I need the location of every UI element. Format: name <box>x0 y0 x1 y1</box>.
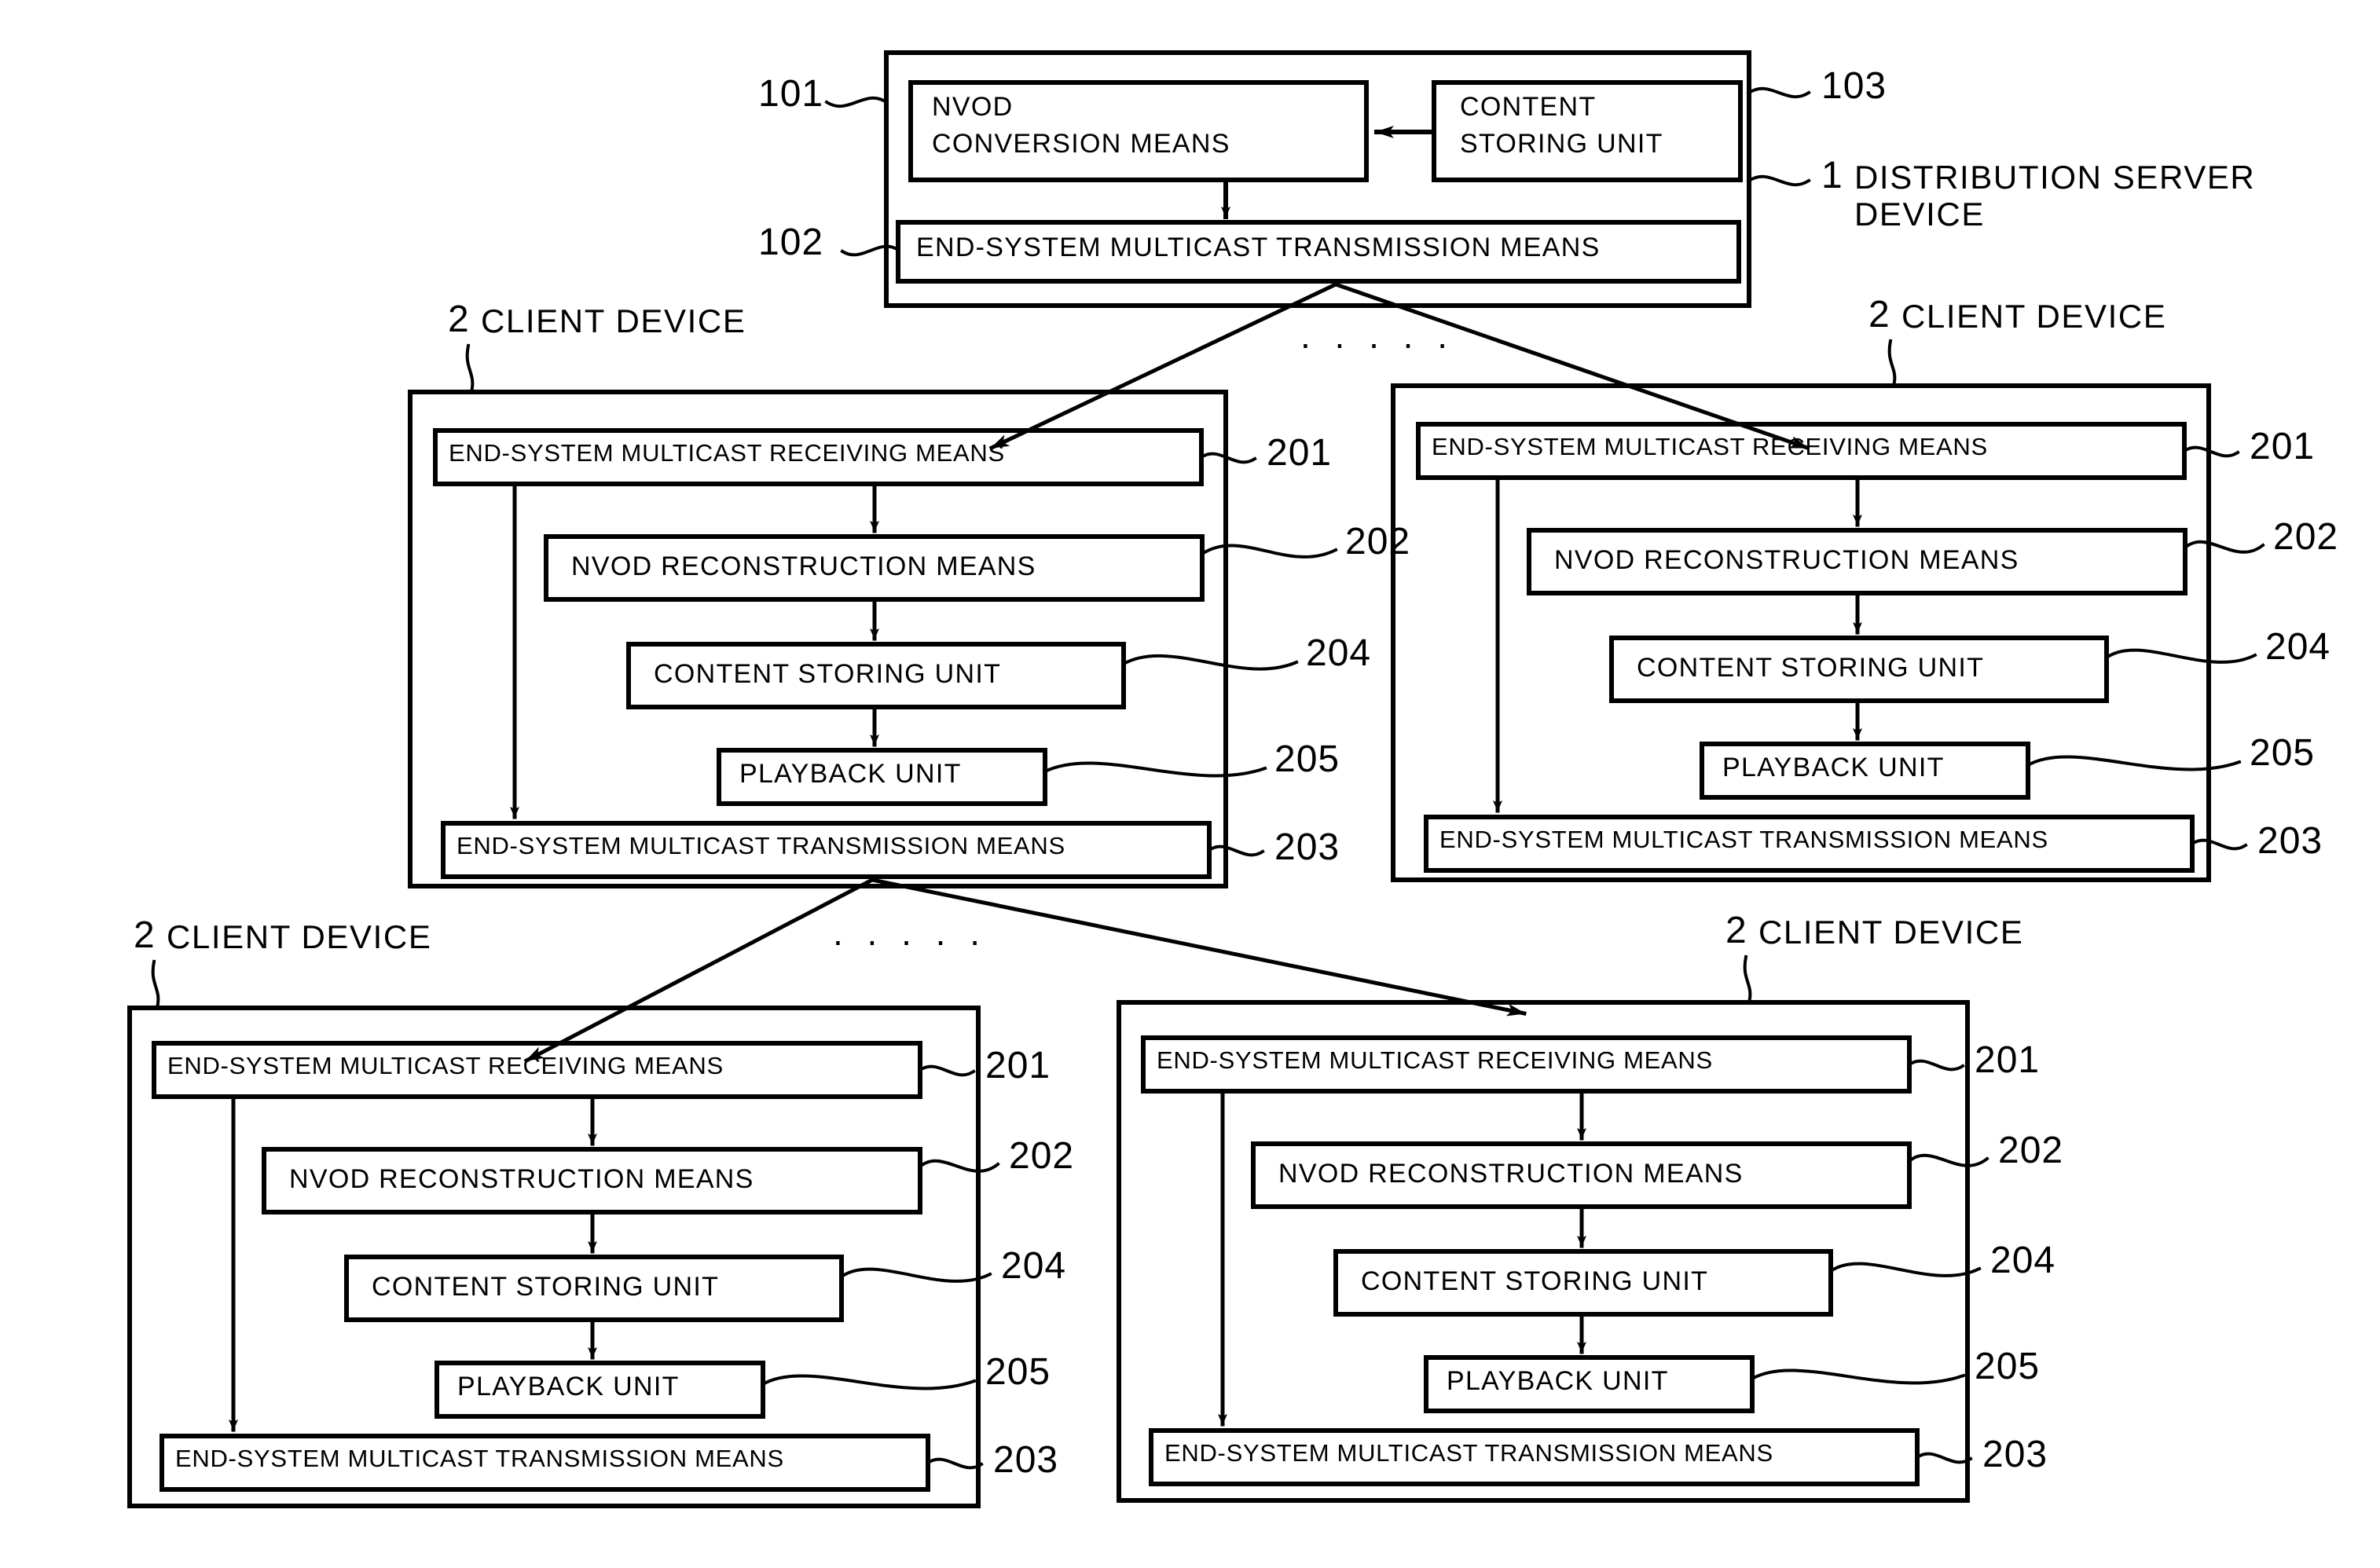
client-bl-leader-device <box>151 959 160 1010</box>
client-tr-reconstruction-label: NVOD RECONSTRUCTION MEANS <box>1554 545 2019 575</box>
client-bottom-right-box <box>1117 1000 1970 1503</box>
client-tr-ref-203: 203 <box>2257 820 2323 862</box>
client-tl-leader-205 <box>1043 761 1267 778</box>
distribution-server-device-label: DISTRIBUTION SERVER DEVICE <box>1854 159 2357 233</box>
client-tl-leader-203 <box>1207 844 1265 857</box>
client-tr-device-label: CLIENT DEVICE <box>1901 298 2167 335</box>
ref-101: 101 <box>758 73 824 115</box>
client-bl-leader-205 <box>761 1374 977 1390</box>
client-bl-ref-201: 201 <box>985 1045 1051 1086</box>
ref-1: 1 <box>1821 155 1843 196</box>
distribution-server-box <box>884 50 1751 308</box>
client-br-ref-201: 201 <box>1975 1039 2041 1081</box>
ellipsis-bottom: . . . . . <box>833 912 988 953</box>
ref-102: 102 <box>758 222 824 263</box>
client-tr-ref-201: 201 <box>2250 426 2316 467</box>
client-tl-leader-204 <box>1121 654 1299 671</box>
client-tl-ref-204: 204 <box>1306 632 1372 674</box>
client-tl-receiving-label: END-SYSTEM MULTICAST RECEIVING MEANS <box>449 439 1005 467</box>
client-tr-leader-203 <box>2190 838 2248 851</box>
client-bl-playback-label: PLAYBACK UNIT <box>457 1372 680 1401</box>
leader-101 <box>824 96 889 108</box>
client-bl-leader-203 <box>926 1457 984 1470</box>
client-bl-ref-2: 2 <box>134 914 156 956</box>
ellipsis-top: . . . . . <box>1300 315 1455 356</box>
client-tr-leader-204 <box>2104 648 2257 664</box>
client-br-leader-203 <box>1915 1452 1973 1464</box>
client-tl-leader-202 <box>1200 544 1338 559</box>
client-tl-content-storing-label: CONTENT STORING UNIT <box>654 659 1002 689</box>
client-bottom-left-box <box>127 1006 981 1508</box>
client-br-leader-device <box>1743 954 1752 1005</box>
client-br-content-storing-label: CONTENT STORING UNIT <box>1361 1266 1709 1296</box>
client-bl-ref-204: 204 <box>1001 1245 1067 1287</box>
client-bl-leader-201 <box>918 1064 976 1077</box>
client-tr-leader-device <box>1887 339 1897 388</box>
client-tl-ref-2: 2 <box>448 299 470 340</box>
client-bl-receiving-label: END-SYSTEM MULTICAST RECEIVING MEANS <box>167 1052 724 1079</box>
ref-103: 103 <box>1821 65 1887 107</box>
client-tr-receiving-label: END-SYSTEM MULTICAST RECEIVING MEANS <box>1432 433 1988 460</box>
server-content-storing-line1: CONTENT <box>1460 92 1597 122</box>
client-tr-leader-202 <box>2183 540 2265 554</box>
client-tr-ref-205: 205 <box>2250 732 2316 774</box>
client-tr-content-storing-label: CONTENT STORING UNIT <box>1637 653 1985 683</box>
client-tl-ref-202: 202 <box>1345 521 1411 562</box>
client-bl-content-storing-label: CONTENT STORING UNIT <box>372 1272 720 1302</box>
client-tl-playback-label: PLAYBACK UNIT <box>739 759 962 789</box>
client-tl-reconstruction-label: NVOD RECONSTRUCTION MEANS <box>571 551 1036 581</box>
link-server-to-client-tl <box>988 281 1339 451</box>
link-client-tl-to-bl <box>523 877 875 1064</box>
client-br-leader-202 <box>1907 1153 1989 1167</box>
client-br-transmission-label: END-SYSTEM MULTICAST TRANSMISSION MEANS <box>1164 1439 1773 1467</box>
client-tr-ref-2: 2 <box>1868 294 1890 335</box>
client-tr-leader-205 <box>2026 755 2242 771</box>
client-br-leader-201 <box>1907 1059 1965 1072</box>
client-tl-leader-device <box>465 343 475 394</box>
client-br-ref-205: 205 <box>1975 1346 2041 1387</box>
leader-102 <box>840 244 900 257</box>
server-nvod-conversion-line1: NVOD <box>932 92 1014 122</box>
client-tl-transmission-label: END-SYSTEM MULTICAST TRANSMISSION MEANS <box>457 832 1065 859</box>
client-br-ref-2: 2 <box>1725 910 1747 951</box>
server-content-storing-line2: STORING UNIT <box>1460 129 1663 159</box>
client-br-leader-205 <box>1750 1368 1966 1385</box>
client-tl-leader-201 <box>1199 452 1257 464</box>
link-server-to-client-tr <box>1333 281 1810 451</box>
server-transmission-label: END-SYSTEM MULTICAST TRANSMISSION MEANS <box>916 233 1601 262</box>
client-bl-transmission-label: END-SYSTEM MULTICAST TRANSMISSION MEANS <box>175 1445 784 1472</box>
server-label-line1: DISTRIBUTION SERVER <box>1854 159 2256 196</box>
client-tr-ref-204: 204 <box>2265 626 2331 668</box>
client-br-ref-203: 203 <box>1982 1434 2048 1475</box>
client-bl-ref-203: 203 <box>993 1439 1059 1481</box>
server-nvod-conversion-line2: CONVERSION MEANS <box>932 129 1230 159</box>
client-tr-leader-201 <box>2182 445 2240 458</box>
client-tl-ref-201: 201 <box>1267 432 1333 474</box>
client-bl-device-label: CLIENT DEVICE <box>167 918 432 955</box>
client-tl-ref-205: 205 <box>1274 738 1340 780</box>
client-br-reconstruction-label: NVOD RECONSTRUCTION MEANS <box>1278 1159 1744 1189</box>
client-tl-device-label: CLIENT DEVICE <box>481 302 746 339</box>
figure-canvas: 101 103 102 NVOD CONVERSION MEANS CONTEN… <box>0 0 2380 1568</box>
server-label-line2: DEVICE <box>1854 196 1985 233</box>
client-bl-leader-204 <box>839 1267 992 1283</box>
client-tr-playback-label: PLAYBACK UNIT <box>1722 753 1945 782</box>
client-tr-ref-202: 202 <box>2273 516 2339 558</box>
client-br-playback-label: PLAYBACK UNIT <box>1447 1366 1669 1396</box>
client-br-ref-202: 202 <box>1998 1130 2064 1171</box>
client-br-leader-204 <box>1828 1262 1982 1277</box>
client-tr-transmission-label: END-SYSTEM MULTICAST TRANSMISSION MEANS <box>1439 826 2048 853</box>
client-bl-ref-205: 205 <box>985 1351 1051 1393</box>
client-tl-ref-203: 203 <box>1274 826 1340 868</box>
client-bl-leader-202 <box>918 1159 1000 1173</box>
client-br-ref-204: 204 <box>1990 1240 2056 1281</box>
client-br-device-label: CLIENT DEVICE <box>1758 914 2024 951</box>
client-bl-reconstruction-label: NVOD RECONSTRUCTION MEANS <box>289 1164 754 1194</box>
leader-103 <box>1747 86 1811 99</box>
leader-1 <box>1747 174 1811 187</box>
client-bl-ref-202: 202 <box>1009 1135 1075 1177</box>
client-br-receiving-label: END-SYSTEM MULTICAST RECEIVING MEANS <box>1157 1046 1713 1074</box>
